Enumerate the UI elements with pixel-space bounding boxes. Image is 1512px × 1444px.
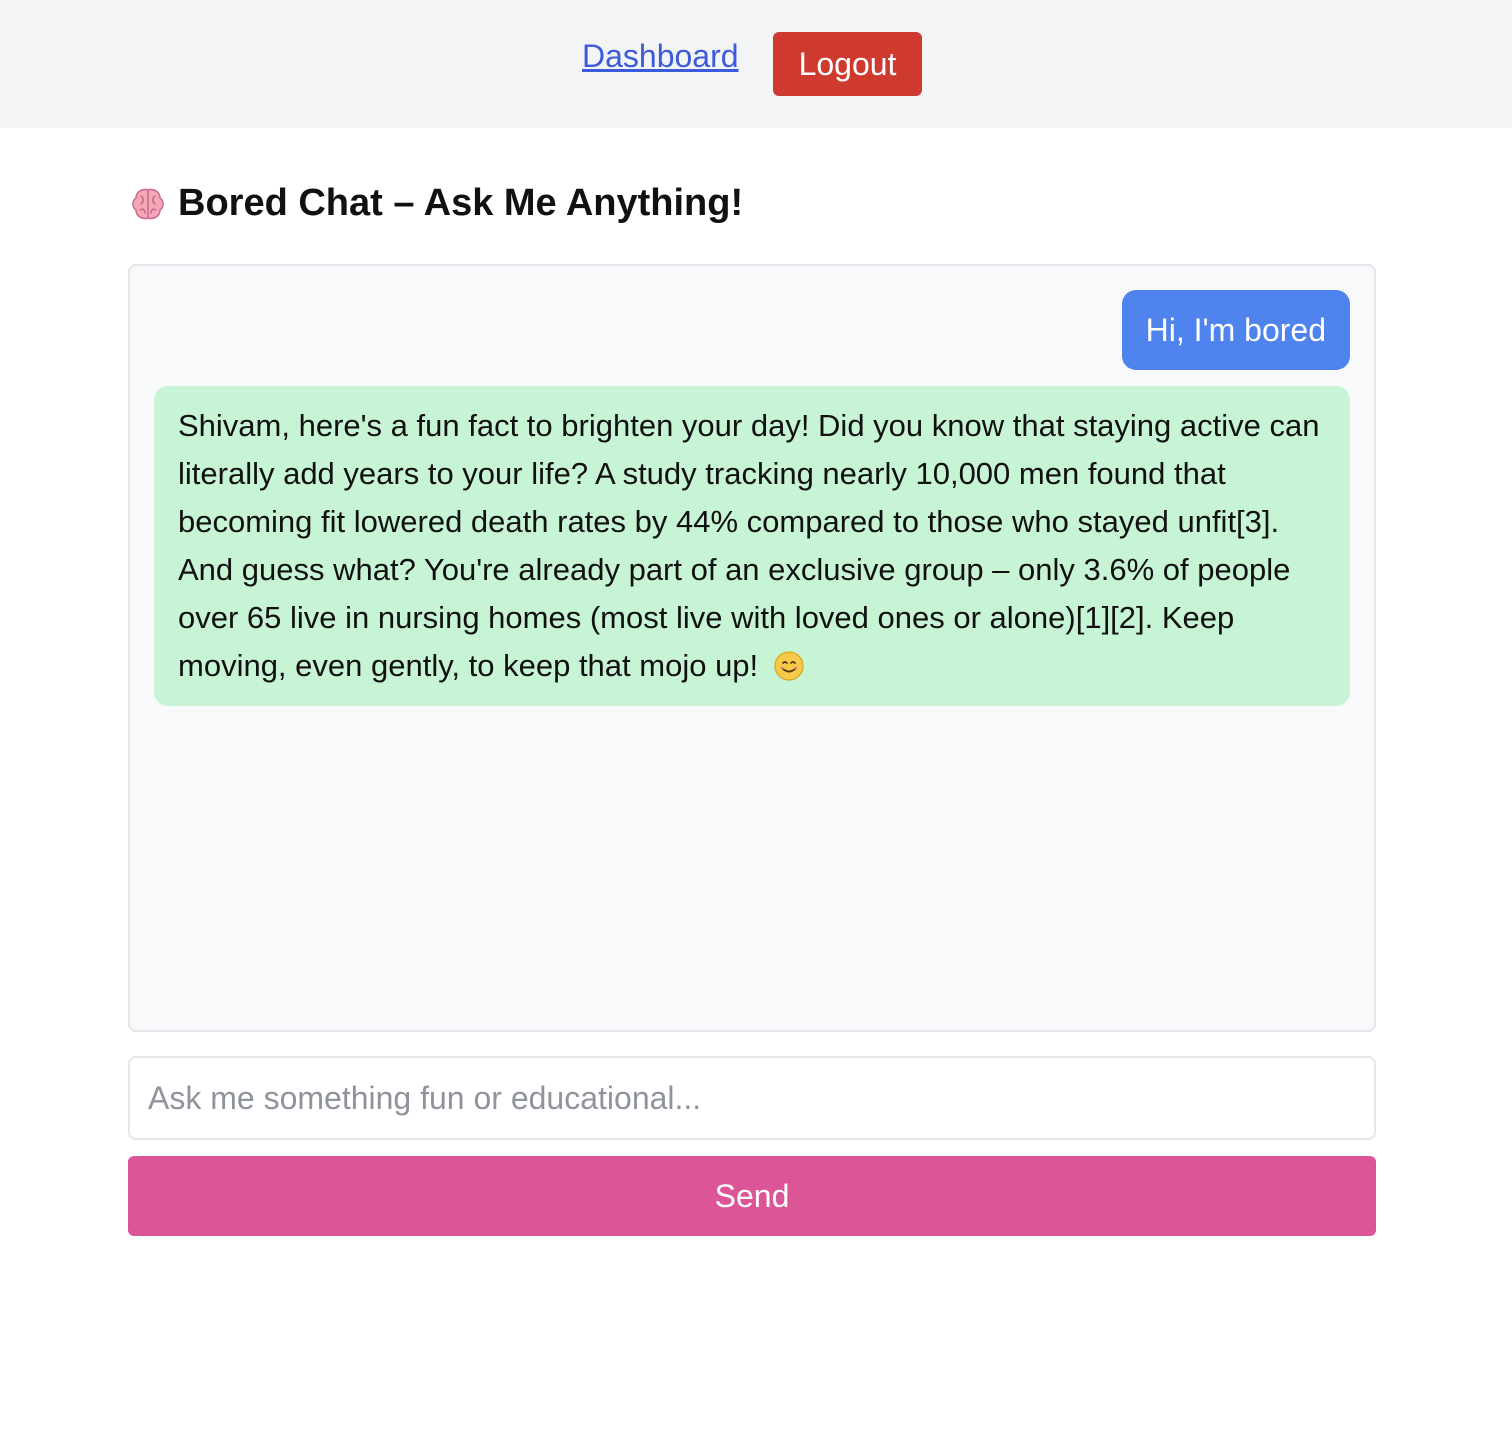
assistant-message: Shivam, here's a fun fact to brighten yo… [154,386,1350,706]
chat-input[interactable] [128,1056,1376,1140]
chat-history[interactable]: Hi, I'm bored Shivam, here's a fun fact … [128,264,1376,1032]
brain-icon [132,188,164,219]
send-button[interactable]: Send [128,1156,1376,1236]
smiling-face-icon [774,651,804,681]
top-nav: Dashboard Logout [0,0,1512,128]
logout-button[interactable]: Logout [773,32,922,96]
dashboard-link[interactable]: Dashboard [582,38,739,75]
assistant-message-text: Shivam, here's a fun fact to brighten yo… [178,408,1320,683]
user-message: Hi, I'm bored [1121,290,1350,370]
page-title-text: Bored Chat – Ask Me Anything! [178,182,744,224]
page-title: Bored Chat – Ask Me Anything! [128,182,743,225]
